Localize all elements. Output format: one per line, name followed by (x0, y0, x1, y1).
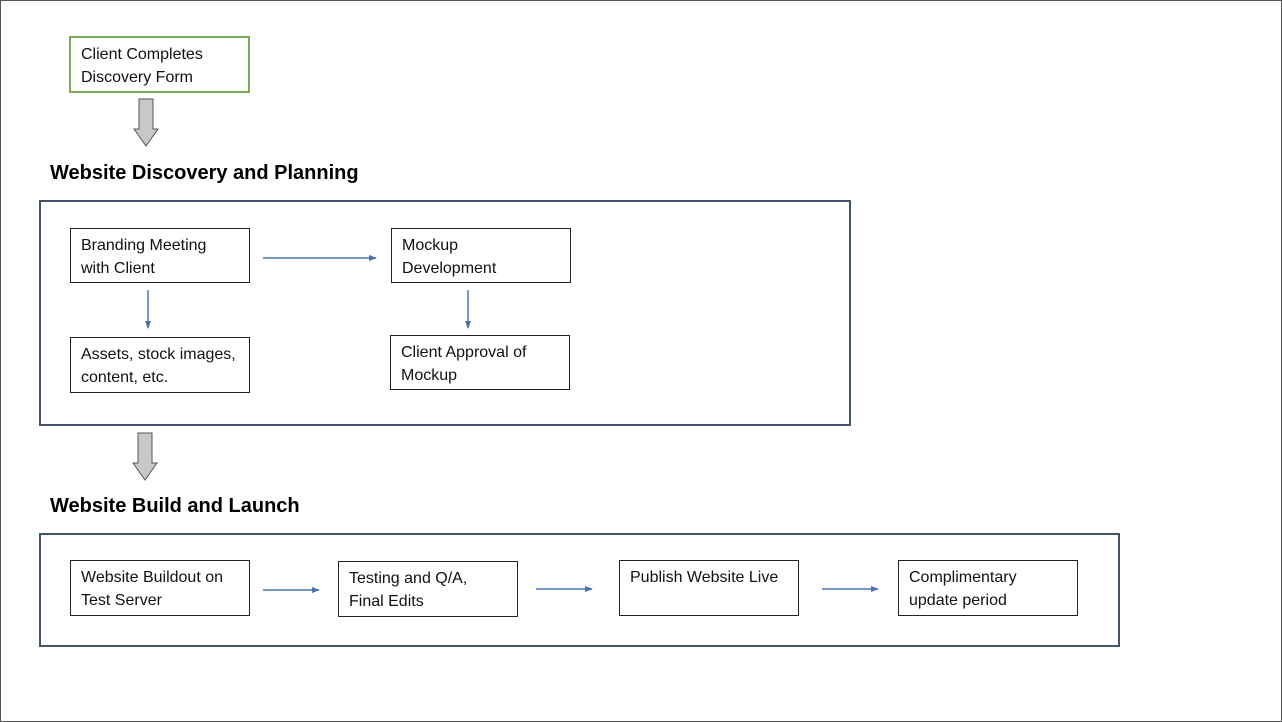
connectors (132, 98, 879, 593)
block-arrow-down-icon (132, 432, 158, 481)
block-arrow-down-icon (133, 98, 159, 147)
flowchart: Client Completes Discovery Form Website … (0, 0, 1282, 722)
